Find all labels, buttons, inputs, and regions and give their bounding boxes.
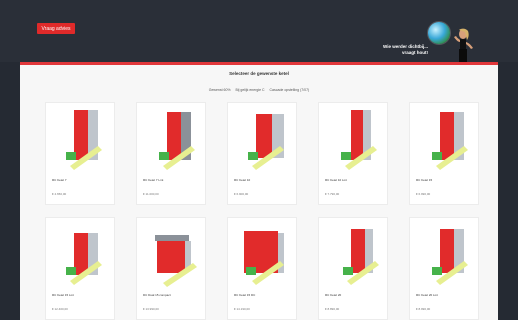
boiler-image	[66, 233, 102, 285]
product-price: € 7.790,00	[325, 192, 340, 196]
product-price: € 4.650,00	[52, 192, 67, 196]
help-line-2: vraagt hout!	[401, 50, 428, 55]
top-header: Vraag advies Wie werder dichtbij... vraa…	[0, 0, 518, 67]
boiler-image	[155, 235, 197, 287]
product-name: RC Ketel 15 DC	[234, 293, 256, 297]
product-card[interactable]: RC Ketel 15 € 6.990,00	[409, 102, 479, 205]
product-price: € 8.890,00	[325, 307, 340, 311]
boiler-image	[159, 112, 195, 170]
panel-title: Selecteer de gewenste ketel	[229, 71, 289, 76]
product-price: € 6.990,00	[416, 192, 431, 196]
boiler-image	[244, 231, 284, 285]
boiler-image	[341, 110, 377, 170]
product-card[interactable]: RC Ketel 20 € 8.890,00	[318, 217, 388, 320]
filter-2[interactable]: Bij gelijk energie C	[236, 88, 265, 92]
help-text: Wie werder dichtbij... vraagt hout!	[383, 44, 428, 56]
filter-bar: Gewenst 60% Bij gelijk energie C Cascade…	[20, 88, 498, 92]
boiler-image	[432, 229, 468, 285]
boiler-image	[343, 229, 379, 285]
boiler-image	[66, 110, 102, 170]
product-card[interactable]: RC Ketel 15 DC € 14.190,00	[227, 217, 297, 320]
product-card[interactable]: RC Ketel 10 € 6.900,00	[227, 102, 297, 205]
product-name: RC Ketel 15	[416, 178, 433, 182]
product-name: RC Ketel 7	[52, 178, 67, 182]
product-grid: RC Ketel 7 € 4.650,00 RC Ketel 7 Lmt € 1…	[45, 102, 479, 320]
product-card[interactable]: RC Ketel 7 € 4.650,00	[45, 102, 115, 205]
product-name: DC Dual 15 compact	[143, 293, 171, 297]
product-price: € 12.400,00	[52, 307, 68, 311]
product-name: RC Ketel 7 Lmt	[143, 178, 164, 182]
advice-button[interactable]: Vraag advies	[37, 23, 75, 34]
product-name: RC Ketel 20	[325, 293, 342, 297]
filter-3[interactable]: Cascade opstelling (7/07)	[270, 88, 310, 92]
product-card[interactable]: RC Ketel 20 Lmt € 8.990,00	[409, 217, 479, 320]
filter-1[interactable]: Gewenst 60%	[209, 88, 231, 92]
product-price: € 14.190,00	[234, 307, 250, 311]
product-name: RC Ketel 20 Lmt	[416, 293, 439, 297]
product-panel: Selecteer de gewenste ketel Gewenst 60% …	[20, 62, 498, 320]
product-card[interactable]: RC Ketel 7 Lmt € 11.000,00	[136, 102, 206, 205]
product-price: € 11.000,00	[143, 192, 159, 196]
product-card[interactable]: RC Ketel 15 Lmt € 12.400,00	[45, 217, 115, 320]
boiler-image	[432, 112, 468, 170]
product-name: RC Ketel 15 Lmt	[52, 293, 75, 297]
product-card[interactable]: DC Dual 15 compact € 13.990,00	[136, 217, 206, 320]
product-card[interactable]: RC Ketel 10 Lmt € 7.790,00	[318, 102, 388, 205]
product-name: RC Ketel 10 Lmt	[325, 178, 348, 182]
product-name: RC Ketel 10	[234, 178, 251, 182]
product-price: € 8.990,00	[416, 307, 431, 311]
boiler-image	[248, 114, 284, 170]
globe-icon	[428, 22, 450, 44]
product-price: € 6.900,00	[234, 192, 249, 196]
product-price: € 13.990,00	[143, 307, 159, 311]
